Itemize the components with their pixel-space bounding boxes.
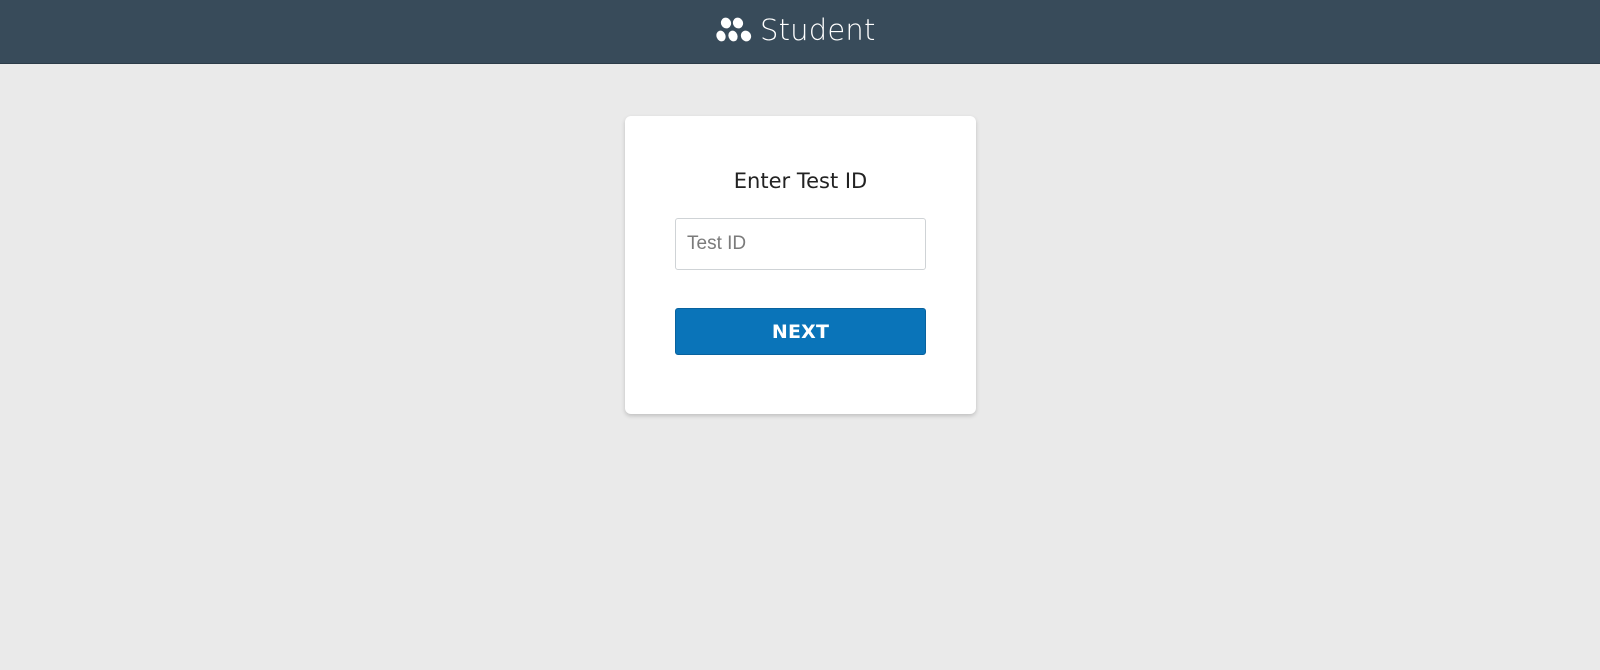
test-id-input[interactable] <box>675 218 926 270</box>
next-button[interactable]: NEXT <box>675 308 926 355</box>
three-dots-logo-icon <box>716 17 752 42</box>
top-bar: Student <box>0 0 1600 64</box>
test-id-card: Enter Test ID NEXT <box>625 116 976 414</box>
app-title: Student <box>760 13 876 47</box>
card-title: Enter Test ID <box>733 169 868 193</box>
brand: Student <box>716 10 876 50</box>
